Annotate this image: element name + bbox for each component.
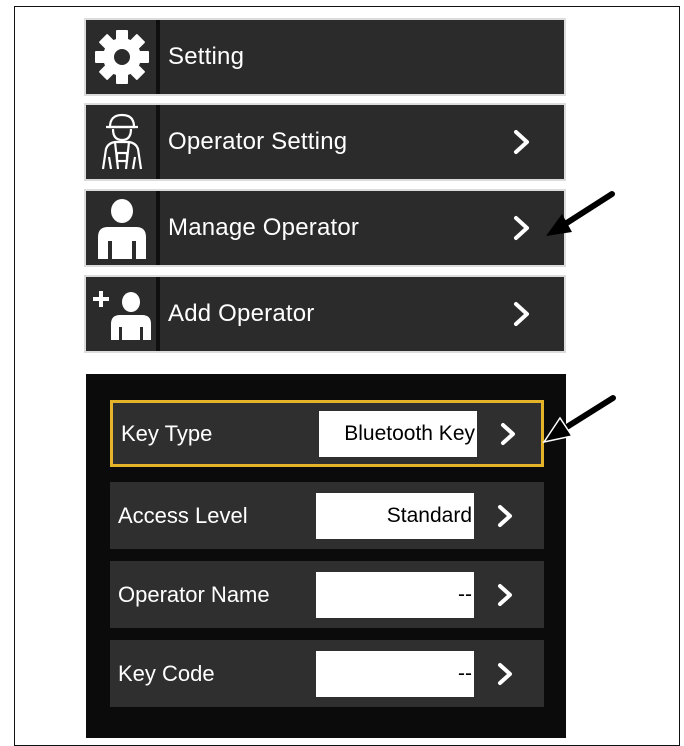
field-value[interactable]: -- bbox=[316, 650, 474, 697]
field-row-operator-name[interactable]: Operator Name -- bbox=[110, 561, 544, 628]
field-label: Key Code bbox=[118, 660, 215, 686]
chevron-right-icon[interactable] bbox=[486, 497, 524, 535]
operator-helmet-icon bbox=[86, 105, 160, 179]
field-row-access-level[interactable]: Access Level Standard bbox=[110, 482, 544, 549]
menu-item-label: Setting bbox=[168, 43, 245, 70]
chevron-right-icon[interactable] bbox=[486, 655, 524, 693]
menu-item-add-operator[interactable]: Add Operator bbox=[84, 275, 566, 353]
field-value[interactable]: -- bbox=[316, 571, 474, 618]
field-label: Key Type bbox=[121, 420, 213, 446]
operator-form-panel: Key Type Bluetooth Key Access Level Stan… bbox=[86, 374, 566, 738]
chevron-right-icon[interactable] bbox=[502, 294, 542, 334]
chevron-right-icon[interactable] bbox=[486, 576, 524, 614]
callout-arrow bbox=[542, 395, 616, 444]
add-person-icon bbox=[86, 277, 160, 351]
menu-item-label: Manage Operator bbox=[168, 214, 360, 241]
field-row-key-type[interactable]: Key Type Bluetooth Key bbox=[110, 400, 544, 467]
menu-item-label: Add Operator bbox=[168, 300, 315, 327]
field-label: Access Level bbox=[118, 502, 248, 528]
field-value[interactable]: Bluetooth Key bbox=[319, 410, 477, 457]
menu-item-manage-operator[interactable]: Manage Operator bbox=[84, 189, 566, 267]
field-label: Operator Name bbox=[118, 581, 270, 607]
menu-item-operator-setting[interactable]: Operator Setting bbox=[84, 103, 566, 181]
chevron-right-icon[interactable] bbox=[489, 415, 527, 453]
chevron-right-icon[interactable] bbox=[502, 122, 542, 162]
person-icon bbox=[86, 191, 160, 265]
menu-item-label: Operator Setting bbox=[168, 128, 348, 155]
menu-item-setting[interactable]: Setting bbox=[84, 18, 566, 96]
chevron-right-icon[interactable] bbox=[502, 208, 542, 248]
field-row-key-code[interactable]: Key Code -- bbox=[110, 640, 544, 707]
field-value[interactable]: Standard bbox=[316, 492, 474, 539]
gear-icon bbox=[86, 20, 160, 94]
callout-arrow bbox=[546, 191, 615, 236]
